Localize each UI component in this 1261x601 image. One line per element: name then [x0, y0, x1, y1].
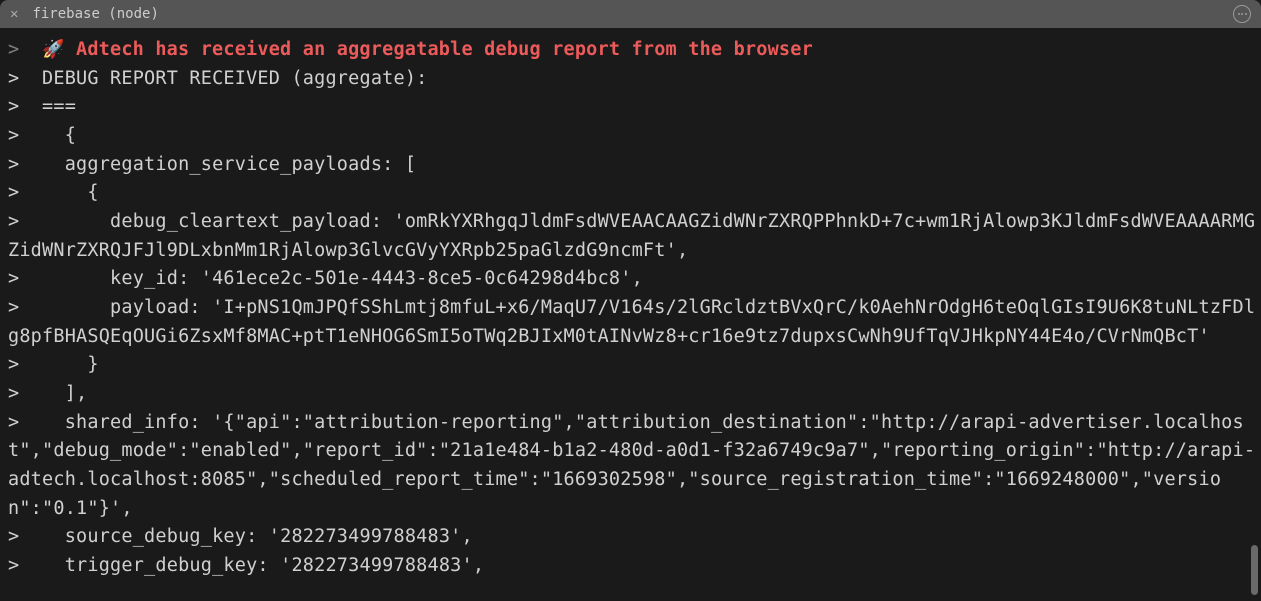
terminal-line: > ],: [8, 380, 1259, 409]
terminal-line: > key_id: '461ece2c-501e-4443-8ce5-0c642…: [8, 265, 1259, 294]
terminal-line: > source_debug_key: '282273499788483',: [8, 523, 1259, 552]
terminal-line: > payload: 'I+pNS1QmJPQfSShLmtj8mfuL+x6/…: [8, 294, 1259, 351]
terminal-line: > {: [8, 179, 1259, 208]
rocket-icon: 🚀: [42, 39, 65, 60]
terminal-output: > 🚀 Adtech has received an aggregatable …: [0, 28, 1261, 601]
terminal-line: > DEBUG REPORT RECEIVED (aggregate):: [8, 65, 1259, 94]
close-icon[interactable]: ✕: [10, 7, 18, 21]
terminal-line: > debug_cleartext_payload: 'omRkYXRhgqJl…: [8, 208, 1259, 265]
terminal-line: > }: [8, 351, 1259, 380]
prompt-char: >: [8, 39, 42, 60]
terminal-line: > trigger_debug_key: '282273499788483',: [8, 552, 1259, 581]
terminal-line: > ===: [8, 93, 1259, 122]
tab-title: firebase (node): [32, 6, 158, 22]
terminal-line: > aggregation_service_payloads: [: [8, 151, 1259, 180]
titlebar: ✕ firebase (node): [0, 0, 1261, 28]
terminal-line: > {: [8, 122, 1259, 151]
more-options-icon[interactable]: [1233, 5, 1251, 23]
scrollbar-thumb[interactable]: [1251, 545, 1258, 595]
terminal-line: > shared_info: '{"api":"attribution-repo…: [8, 409, 1259, 524]
terminal-line-headline: > 🚀 Adtech has received an aggregatable …: [8, 36, 1259, 65]
headline-text: Adtech has received an aggregatable debu…: [65, 39, 813, 60]
